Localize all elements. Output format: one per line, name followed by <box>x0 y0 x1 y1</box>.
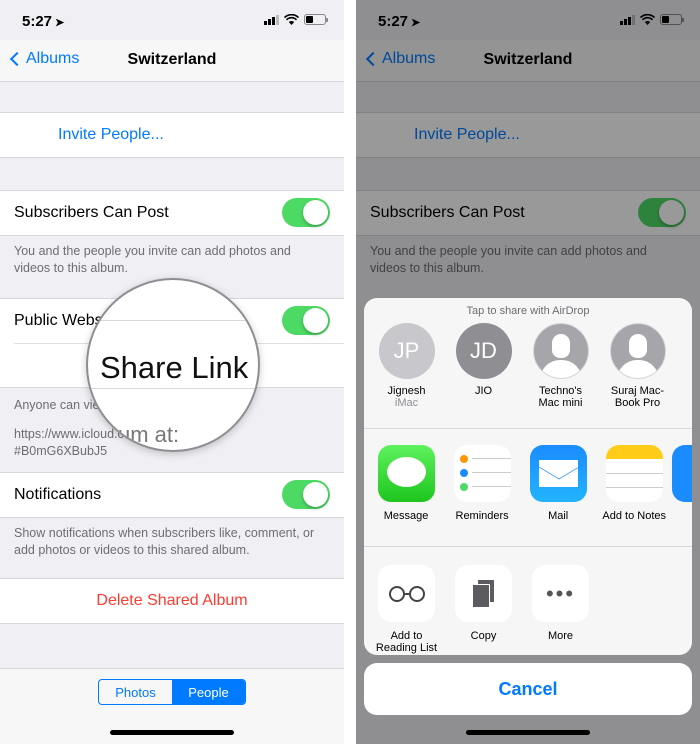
actions-row: Add to Reading List Copy ••• More <box>364 547 692 654</box>
app-label: Reminders <box>455 510 509 522</box>
airdrop-name: JIO <box>474 385 493 397</box>
delete-group: Delete Shared Album <box>0 578 344 624</box>
public-website-label: Public Webs <box>14 312 103 329</box>
public-website-toggle[interactable] <box>282 306 330 335</box>
app-label: Mail <box>548 510 569 522</box>
location-arrow-icon: ➤ <box>55 17 65 29</box>
status-bar: 5:27 ➤ <box>0 0 344 40</box>
airdrop-row: JP Jignesh iMac JD JIO Techno's Mac mini… <box>364 317 692 429</box>
action-label: More <box>547 630 574 642</box>
bottom-bar: Photos People <box>0 668 344 744</box>
home-indicator <box>110 730 234 735</box>
airdrop-name: Jignesh <box>387 385 426 397</box>
notifications-toggle[interactable] <box>282 480 330 509</box>
cellular-signal-icon <box>264 14 279 25</box>
cancel-button[interactable]: Cancel <box>364 663 692 715</box>
airdrop-name: Suraj Mac-Book Pro <box>610 385 665 409</box>
magnifier-callout: Share Link um at: <box>86 278 260 452</box>
magnified-url-fragment: um at: <box>118 422 180 447</box>
share-app-message[interactable]: Message <box>368 445 444 546</box>
person-silhouette-icon <box>609 323 666 379</box>
share-link-magnified[interactable]: Share Link <box>100 350 248 386</box>
share-app-partial[interactable] <box>672 445 692 546</box>
avatar: JD <box>455 323 512 379</box>
share-app-reminders[interactable]: Reminders <box>444 445 520 546</box>
notifications-label: Notifications <box>14 486 102 503</box>
invite-group: Invite People... <box>0 112 344 158</box>
battery-icon <box>304 14 328 25</box>
page-title: Switzerland <box>127 51 217 68</box>
mail-icon <box>529 445 587 502</box>
segment-photos[interactable]: Photos <box>99 680 172 704</box>
app-icon-partial <box>672 445 692 502</box>
invite-label: Invite People... <box>58 126 164 143</box>
airdrop-target[interactable]: Techno's Mac mini <box>522 323 599 428</box>
airdrop-title: Tap to share with AirDrop <box>466 305 590 317</box>
notes-icon <box>605 445 663 502</box>
wifi-icon <box>284 14 299 25</box>
airdrop-target[interactable]: JD JIO <box>445 323 522 428</box>
notifications-row: Notifications <box>0 473 344 517</box>
copy-icon <box>455 565 512 622</box>
airdrop-name: Techno's Mac mini <box>538 385 583 409</box>
share-sheet: Tap to share with AirDrop JP Jignesh iMa… <box>364 298 692 655</box>
share-app-mail[interactable]: Mail <box>520 445 596 546</box>
reminders-icon <box>453 445 511 502</box>
more-icon: ••• <box>532 565 589 622</box>
action-label: Add to Reading List <box>375 630 438 654</box>
action-copy[interactable]: Copy <box>445 565 522 654</box>
subscribers-group: Subscribers Can Post <box>0 190 344 236</box>
apps-row: Message Reminders Mail Add to Notes <box>364 429 692 547</box>
glasses-icon <box>378 565 435 622</box>
airdrop-device: iMac <box>394 397 419 409</box>
subscribers-toggle[interactable] <box>282 198 330 227</box>
delete-label: Delete Shared Album <box>96 592 248 609</box>
status-time: 5:27 ➤ <box>22 13 65 30</box>
app-label: Add to Notes <box>602 510 667 522</box>
invite-people-button[interactable]: Invite People... <box>0 113 344 157</box>
app-label: Message <box>383 510 429 522</box>
subscribers-can-post-row: Subscribers Can Post <box>0 191 344 235</box>
subscribers-label: Subscribers Can Post <box>14 204 169 221</box>
action-more[interactable]: ••• More <box>522 565 599 654</box>
segment-people[interactable]: People <box>172 680 245 704</box>
action-label: Copy <box>470 630 497 642</box>
airdrop-target[interactable]: Suraj Mac-Book Pro <box>599 323 676 428</box>
home-indicator <box>466 730 590 735</box>
airdrop-target[interactable]: JP Jignesh iMac <box>368 323 445 428</box>
navigation-bar: Albums Switzerland <box>0 40 344 82</box>
segmented-control: Photos People <box>98 679 246 705</box>
person-silhouette-icon <box>532 323 589 379</box>
settings-screen: 5:27 ➤ Albums Switzerland Invite People..… <box>0 0 344 744</box>
avatar: JP <box>378 323 435 379</box>
notifications-group: Notifications <box>0 472 344 518</box>
delete-shared-album-button[interactable]: Delete Shared Album <box>0 579 344 623</box>
share-app-notes[interactable]: Add to Notes <box>596 445 672 546</box>
notifications-footer: Show notifications when subscribers like… <box>14 526 315 557</box>
share-sheet-screen: 5:27 ➤ Albums Switzerland Invite People..… <box>356 0 700 744</box>
screen-divider <box>344 0 356 744</box>
action-reading-list[interactable]: Add to Reading List <box>368 565 445 654</box>
messages-icon <box>377 445 435 502</box>
